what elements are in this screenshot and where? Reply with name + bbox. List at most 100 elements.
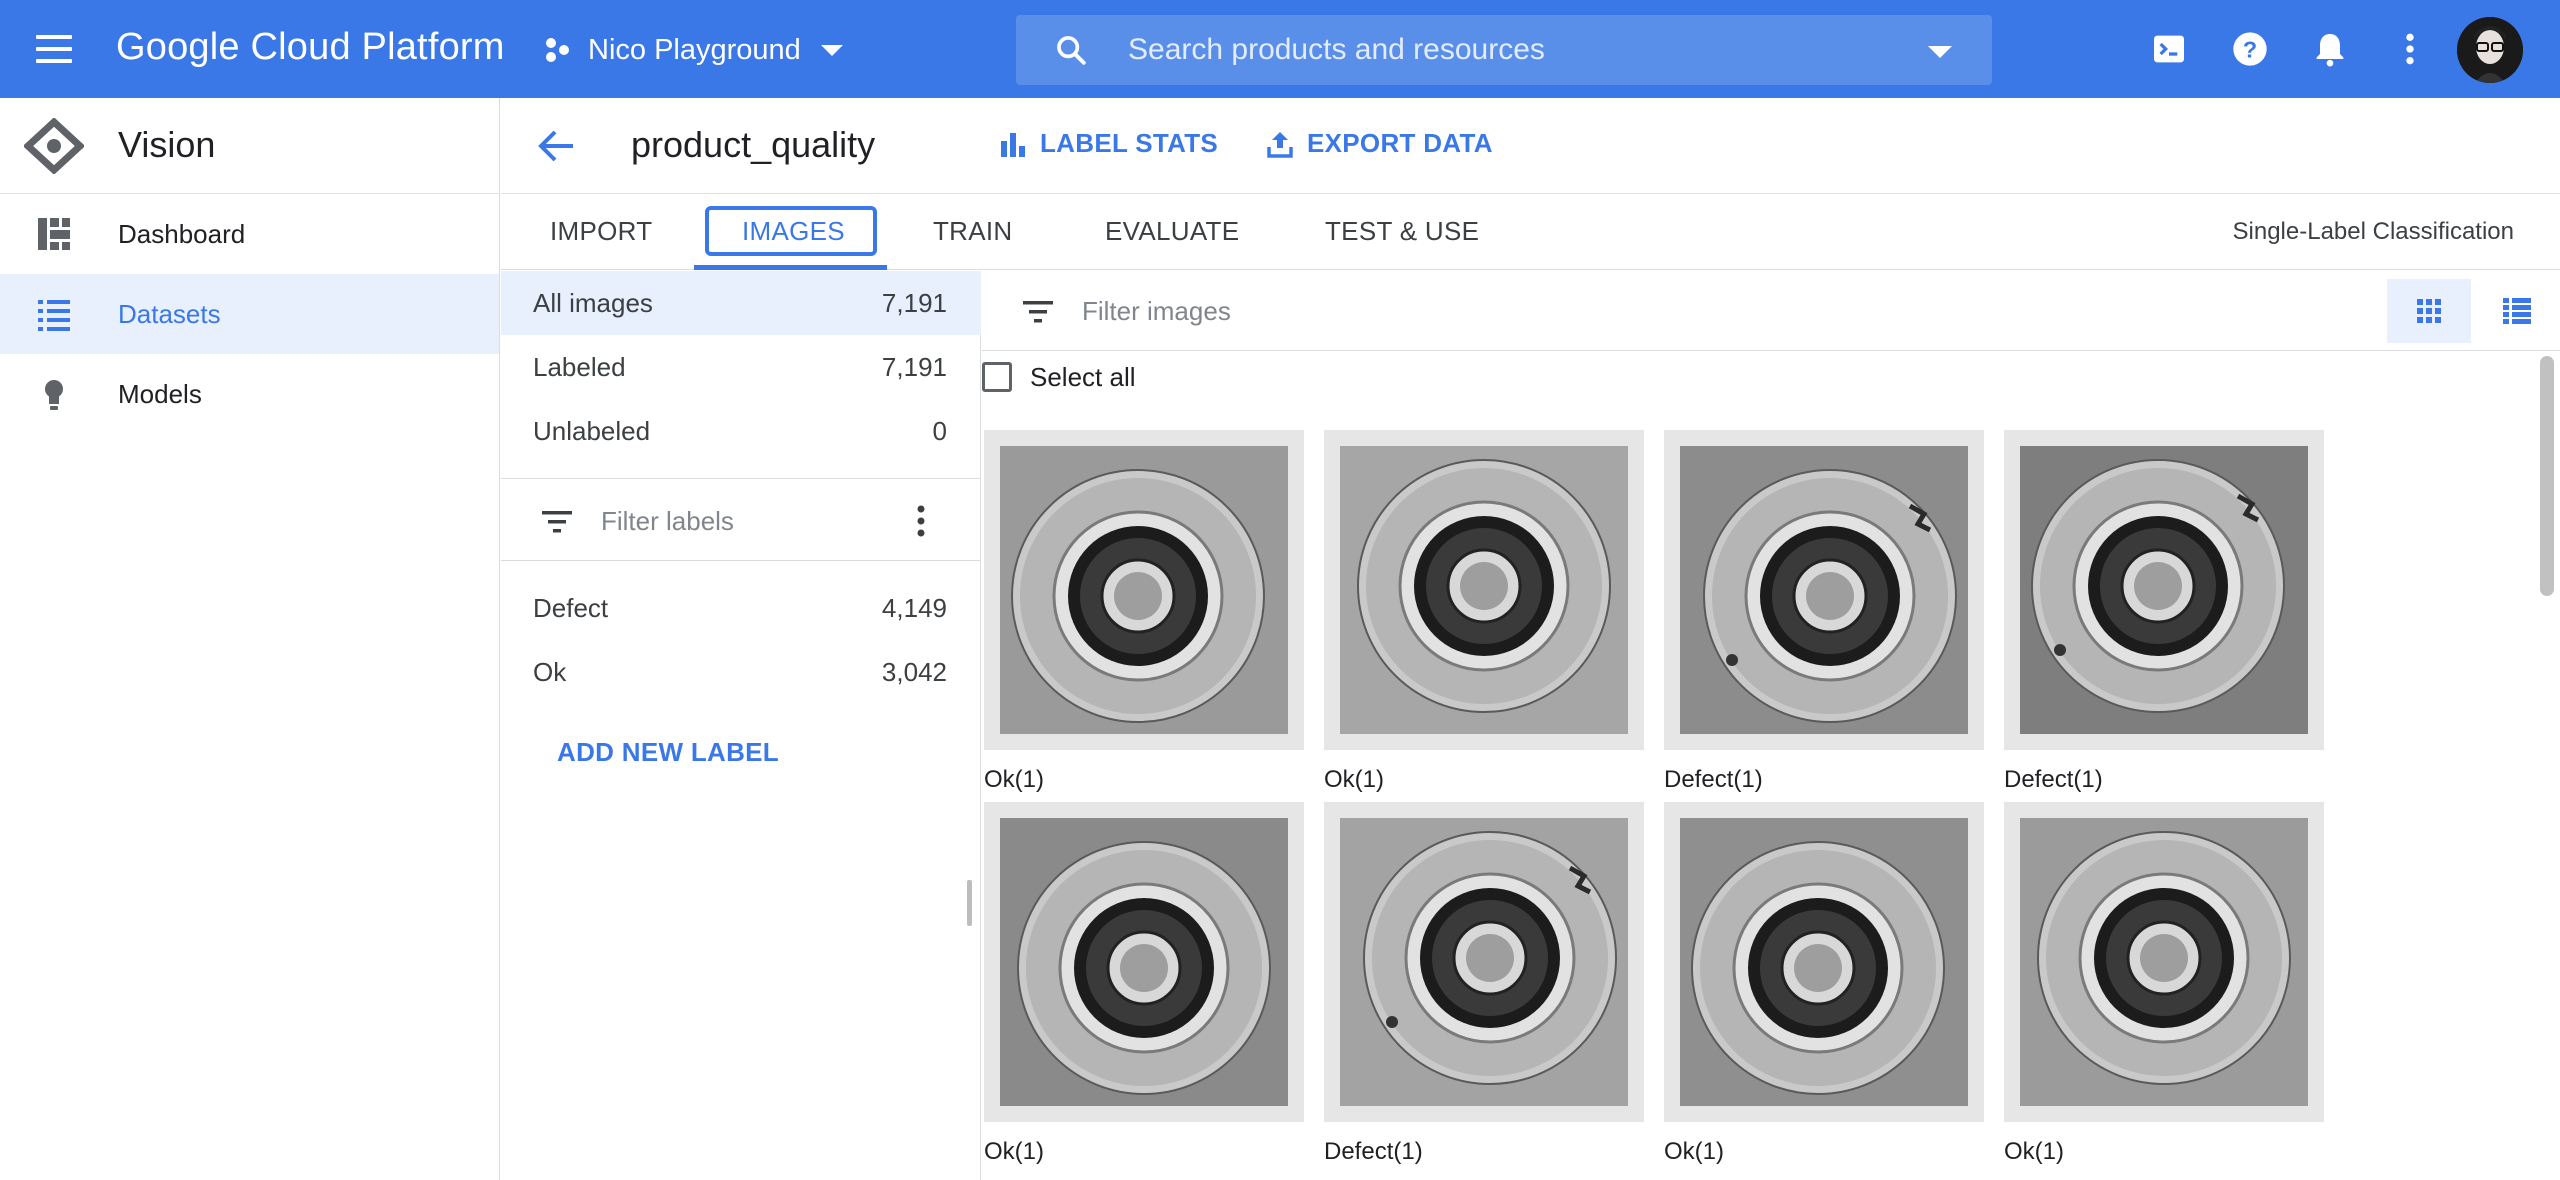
filter-count: 0 — [932, 416, 947, 446]
more-vert-icon[interactable] — [2390, 29, 2430, 69]
upload-icon — [1267, 131, 1293, 158]
list-view-icon — [2503, 298, 2531, 324]
filter-labels-bar — [501, 481, 981, 561]
sidebar-item-datasets[interactable]: Datasets — [0, 274, 499, 354]
image-label: Defect(1) — [1324, 1138, 1423, 1165]
more-vert-icon[interactable] — [909, 503, 933, 539]
help-icon[interactable]: ? — [2230, 29, 2270, 69]
panel-resize-handle[interactable] — [967, 880, 972, 926]
filter-count: 7,191 — [881, 288, 947, 318]
svg-text:?: ? — [2243, 36, 2257, 62]
image-label: Ok(1) — [984, 1138, 1044, 1165]
product-photo — [1340, 446, 1628, 734]
product-photo — [1000, 446, 1288, 734]
dataset-title: product_quality — [631, 124, 876, 165]
image-thumbnail[interactable] — [1664, 802, 1984, 1122]
project-icon — [546, 38, 569, 62]
list-view-toggle[interactable] — [2477, 279, 2557, 343]
add-new-label-button[interactable]: ADD NEW LABEL — [557, 737, 779, 768]
cloud-shell-icon[interactable] — [2149, 29, 2189, 69]
scrollbar[interactable] — [2536, 352, 2560, 1180]
search-icon — [1057, 36, 1086, 65]
select-all-checkbox[interactable]: Select all — [982, 357, 1136, 397]
back-arrow-icon[interactable] — [537, 128, 575, 164]
left-navigation: Vision Dashboard Datasets Models — [0, 98, 500, 1180]
sidebar-item-dashboard[interactable]: Dashboard — [0, 194, 499, 274]
tab-evaluate[interactable]: EVALUATE — [1105, 216, 1239, 247]
lightbulb-icon — [45, 380, 63, 410]
filter-labeled[interactable]: Labeled 7,191 — [501, 335, 981, 399]
label-count: 4,149 — [881, 593, 947, 623]
grid-view-toggle[interactable] — [2387, 279, 2471, 343]
sidebar-item-models[interactable]: Models — [0, 354, 499, 434]
checkbox[interactable] — [982, 362, 1012, 392]
image-label: Ok(1) — [1324, 766, 1384, 793]
dashboard-icon — [38, 218, 70, 250]
tab-train[interactable]: TRAIN — [933, 216, 1013, 247]
product-photo — [1680, 446, 1968, 734]
label-stats-label: LABEL STATS — [1040, 128, 1219, 158]
filter-label: Unlabeled — [533, 416, 651, 446]
product-photo — [1340, 818, 1628, 1106]
label-row-ok[interactable]: Ok 3,042 — [501, 640, 981, 704]
filter-list-icon — [542, 511, 572, 533]
label-count: 3,042 — [881, 657, 947, 687]
divider — [501, 560, 981, 561]
image-thumbnail[interactable] — [984, 430, 1304, 750]
image-thumbnail[interactable] — [1664, 430, 1984, 750]
image-thumbnail[interactable] — [984, 802, 1304, 1122]
product-photo — [2020, 818, 2308, 1106]
filter-count: 7,191 — [881, 352, 947, 382]
tab-images[interactable]: IMAGES — [742, 216, 845, 247]
bar-chart-icon — [1001, 132, 1025, 157]
filter-labels-input[interactable] — [601, 499, 881, 543]
image-thumbnail[interactable] — [1324, 802, 1644, 1122]
filter-list-icon — [1023, 301, 1053, 323]
product-photo — [1000, 818, 1288, 1106]
sidebar-item-label: Models — [118, 379, 202, 409]
export-data-label: EXPORT DATA — [1307, 128, 1493, 158]
tab-test-and-use[interactable]: TEST & USE — [1325, 216, 1479, 247]
brand-title[interactable]: Google Cloud Platform — [116, 26, 505, 69]
vision-logo-icon — [24, 118, 84, 174]
export-data-button[interactable]: EXPORT DATA — [1265, 128, 1493, 159]
label-filter-panel: All images 7,191 Labeled 7,191 Unlabeled… — [501, 271, 981, 1180]
filter-images-input[interactable] — [1082, 289, 1582, 333]
image-label: Ok(1) — [984, 766, 1044, 793]
filter-label: Labeled — [533, 352, 626, 382]
filter-label: All images — [533, 288, 653, 318]
project-selector[interactable]: Nico Playground — [542, 28, 843, 72]
image-thumbnail[interactable] — [2004, 430, 2324, 750]
scrollbar-thumb[interactable] — [2540, 356, 2554, 596]
sidebar-item-label: Datasets — [118, 299, 221, 329]
search-bar[interactable] — [1016, 15, 1992, 85]
tab-import[interactable]: IMPORT — [550, 216, 652, 247]
filter-images-bar — [982, 271, 2560, 351]
filter-all-images[interactable]: All images 7,191 — [501, 271, 981, 335]
search-dropdown-icon[interactable] — [1928, 46, 1952, 58]
product-photo — [2020, 446, 2308, 734]
page-header: product_quality LABEL STATS EXPORT DATA — [501, 98, 2560, 194]
label-stats-button[interactable]: LABEL STATS — [998, 128, 1218, 159]
image-label: Ok(1) — [2004, 1138, 2064, 1165]
sidebar-item-label: Dashboard — [118, 219, 246, 249]
filter-unlabeled[interactable]: Unlabeled 0 — [501, 399, 981, 463]
hamburger-menu-icon[interactable] — [30, 29, 78, 69]
search-input[interactable] — [1128, 15, 1888, 85]
product-header: Vision — [0, 98, 499, 194]
select-all-label: Select all — [1030, 361, 1136, 392]
avatar[interactable] — [2457, 17, 2523, 83]
image-label: Ok(1) — [1664, 1138, 1724, 1165]
list-icon — [38, 300, 70, 331]
image-thumbnail[interactable] — [1324, 430, 1644, 750]
image-thumbnail[interactable] — [2004, 802, 2324, 1122]
product-photo — [1680, 818, 1968, 1106]
divider — [501, 478, 981, 479]
product-name: Vision — [118, 124, 216, 165]
notifications-bell-icon[interactable] — [2310, 29, 2350, 69]
image-label: Defect(1) — [1664, 766, 1763, 793]
label-row-defect[interactable]: Defect 4,149 — [501, 576, 981, 640]
project-name: Nico Playground — [588, 33, 801, 66]
label-name: Ok — [533, 657, 567, 687]
tab-bar: IMPORT IMAGES TRAIN EVALUATE TEST & USE … — [501, 194, 2560, 270]
